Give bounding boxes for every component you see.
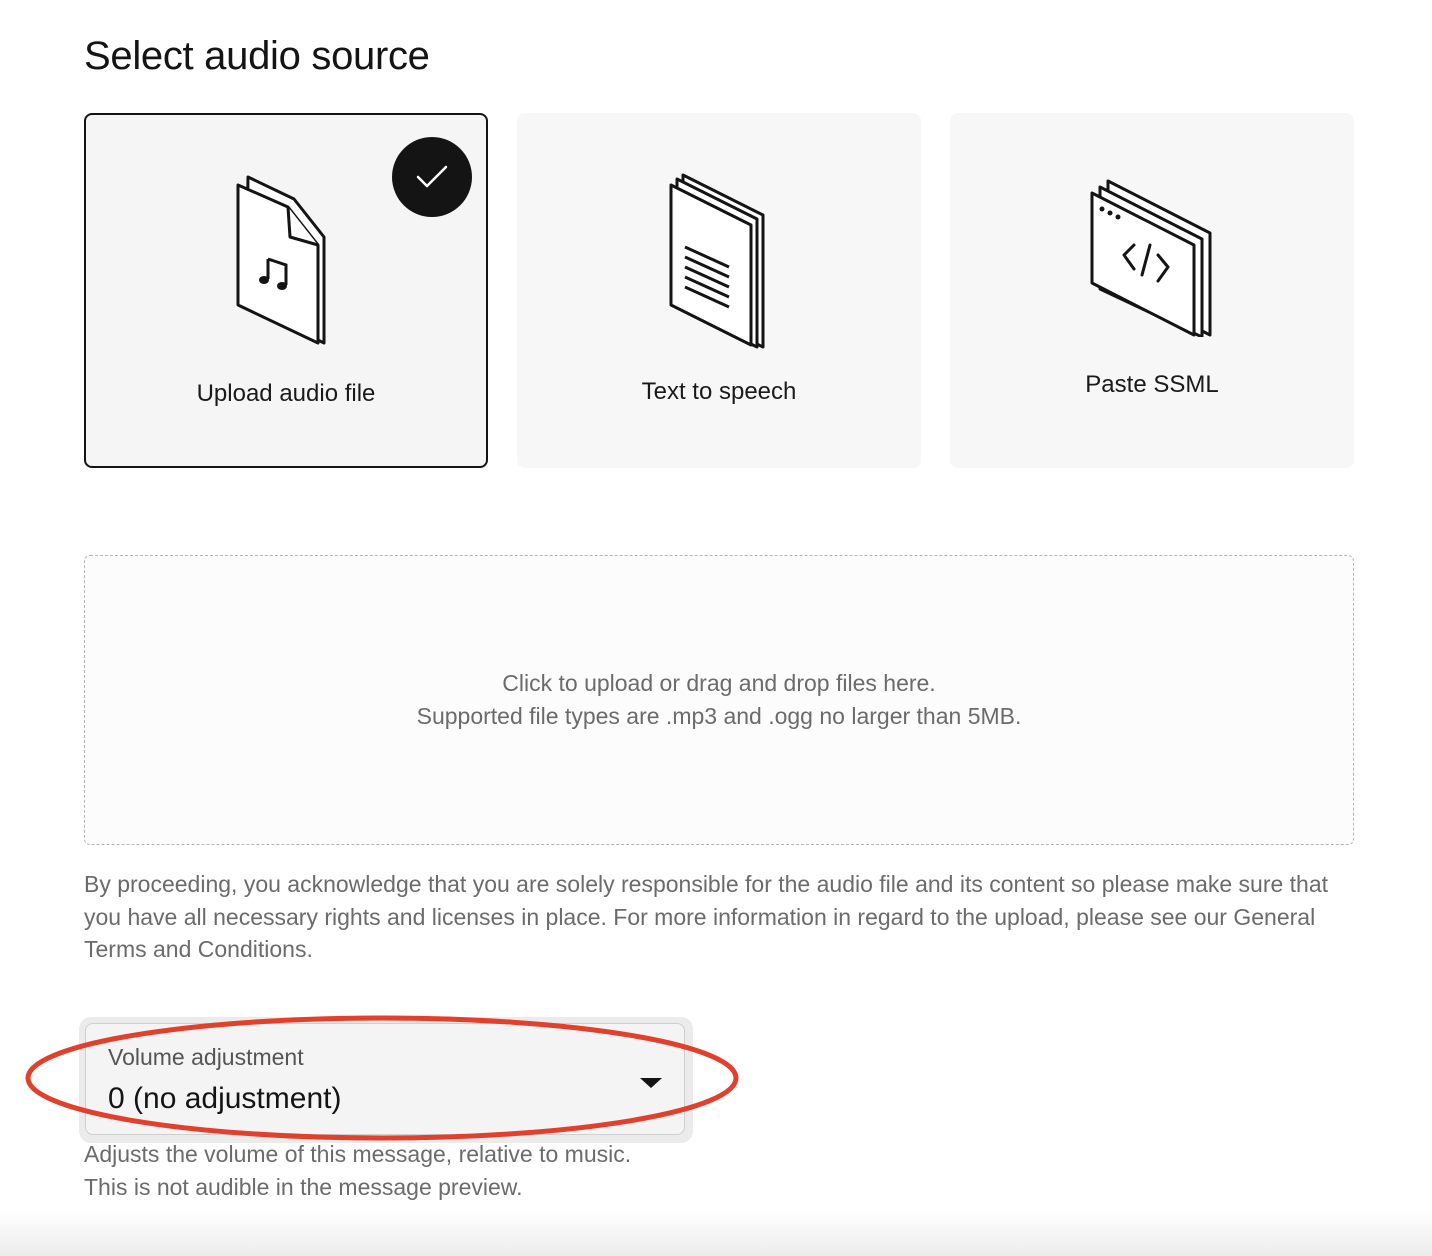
- code-window-icon: [1090, 179, 1214, 342]
- file-dropzone[interactable]: Click to upload or drag and drop files h…: [84, 555, 1354, 845]
- checkmark-icon: [392, 137, 472, 217]
- volume-adjustment-select[interactable]: Volume adjustment 0 (no adjustment): [85, 1023, 685, 1135]
- legal-disclaimer: By proceeding, you acknowledge that you …: [84, 871, 1329, 962]
- source-card-label: Text to speech: [641, 378, 797, 405]
- volume-helper-line: Adjusts the volume of this message, rela…: [84, 1141, 632, 1167]
- source-card-upload-audio[interactable]: Upload audio file: [84, 113, 488, 468]
- source-card-text-to-speech[interactable]: Text to speech: [517, 113, 921, 468]
- bottom-fade: [0, 1210, 1432, 1256]
- text-document-icon: [669, 173, 769, 354]
- source-card-label: Upload audio file: [196, 380, 376, 407]
- dropzone-file-types: Supported file types are .mp3 and .ogg n…: [416, 703, 1022, 729]
- caret-down-icon: [640, 1078, 662, 1088]
- source-card-paste-ssml[interactable]: Paste SSML: [950, 113, 1354, 468]
- volume-select-value: 0 (no adjustment): [108, 1082, 342, 1115]
- volume-select-label: Volume adjustment: [108, 1044, 304, 1070]
- page-title: Select audio source: [84, 34, 430, 78]
- volume-helper-line: This is not audible in the message previ…: [84, 1174, 523, 1200]
- dropzone-instructions: Click to upload or drag and drop files h…: [502, 670, 936, 696]
- volume-select-focus-ring: Volume adjustment 0 (no adjustment): [79, 1017, 693, 1143]
- audio-file-icon: [234, 175, 338, 352]
- source-card-label: Paste SSML: [1085, 371, 1219, 398]
- volume-helper-text: Adjusts the volume of this message, rela…: [84, 1138, 631, 1204]
